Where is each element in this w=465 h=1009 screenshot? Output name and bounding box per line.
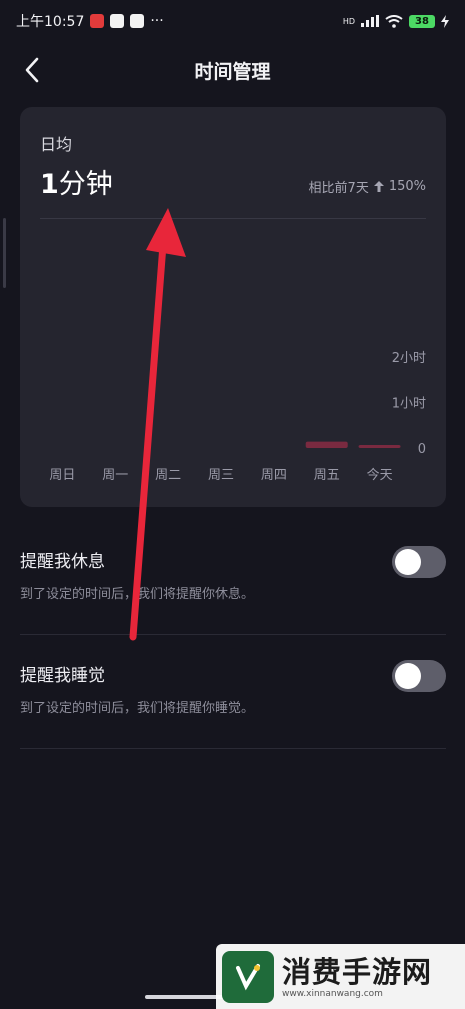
status-time: 上午10:57 xyxy=(16,14,85,30)
sleep-reminder-toggle[interactable] xyxy=(392,660,446,692)
setting-title: 提醒我睡觉 xyxy=(20,666,105,686)
arrow-up-icon xyxy=(373,181,384,192)
header: 时间管理 xyxy=(0,48,465,92)
more-notifications-icon: ··· xyxy=(150,13,164,29)
chevron-left-icon xyxy=(25,57,39,83)
daily-average-unit: 分钟 xyxy=(58,169,113,200)
y-tick-label: 1小时 xyxy=(392,397,426,412)
y-tick-label: 0 xyxy=(418,442,426,457)
status-bar: 上午10:57 ··· HD 38 xyxy=(0,0,465,42)
x-tick-label: 周三 xyxy=(208,468,234,483)
toggle-knob xyxy=(395,663,421,689)
comparison-text: 相比前7天 xyxy=(308,181,369,196)
x-tick-label: 今天 xyxy=(367,467,393,483)
chart-bar xyxy=(358,445,401,448)
network-type: HD xyxy=(342,16,355,26)
toggle-knob xyxy=(395,549,421,575)
daily-average-label: 日均 xyxy=(40,135,73,154)
daily-average-number: 1 xyxy=(40,169,59,200)
page-title: 时间管理 xyxy=(194,60,271,83)
signal-icon xyxy=(361,15,379,27)
setting-description: 到了设定的时间后，我们将提醒你睡觉。 xyxy=(20,701,255,716)
setting-sleep-reminder: 提醒我睡觉 到了设定的时间后，我们将提醒你睡觉。 xyxy=(20,636,446,749)
edge-handle xyxy=(3,218,6,288)
x-tick-label: 周四 xyxy=(261,468,287,483)
chart-bar xyxy=(305,441,348,448)
watermark: 消费手游网 www.xinnanwang.com xyxy=(216,944,465,1009)
rest-reminder-toggle[interactable] xyxy=(392,546,446,578)
x-tick-label: 周二 xyxy=(155,468,181,483)
usage-chart: 2小时 1小时 0 周日 周一 周二 周三 周四 周五 今天 xyxy=(49,351,426,483)
status-right: HD 38 xyxy=(342,14,449,28)
notification-app-icon xyxy=(90,14,105,28)
notification-app-icon xyxy=(110,14,125,28)
charging-icon xyxy=(441,14,449,28)
watermark-url: www.xinnanwang.com xyxy=(282,988,383,999)
setting-title: 提醒我休息 xyxy=(20,552,105,572)
setting-rest-reminder: 提醒我休息 到了设定的时间后，我们将提醒你休息。 xyxy=(20,522,446,635)
y-tick-label: 2小时 xyxy=(392,351,426,366)
comparison: 相比前7天 150% xyxy=(309,177,426,196)
watermark-title: 消费手游网 xyxy=(282,954,433,989)
watermark-text: 消费手游网 www.xinnanwang.com xyxy=(282,955,432,999)
back-button[interactable] xyxy=(14,52,50,88)
usage-card: 日均 1分钟 相比前7天 150% 2小时 1小时 0 周日 周一 周二 周三 周四 周五 今天 xyxy=(20,107,446,507)
watermark-logo-icon xyxy=(222,950,274,1003)
status-left: 上午10:57 ··· xyxy=(16,11,164,31)
notification-app-icon xyxy=(130,14,145,28)
comparison-change: 150% xyxy=(388,179,426,194)
x-tick-label: 周日 xyxy=(49,468,75,483)
wifi-icon xyxy=(385,14,403,28)
x-tick-label: 周一 xyxy=(102,468,128,483)
x-tick-label: 周五 xyxy=(314,468,340,483)
battery-icon: 38 xyxy=(409,14,435,28)
daily-average-value: 1分钟 xyxy=(40,162,113,201)
setting-description: 到了设定的时间后，我们将提醒你休息。 xyxy=(20,587,255,602)
